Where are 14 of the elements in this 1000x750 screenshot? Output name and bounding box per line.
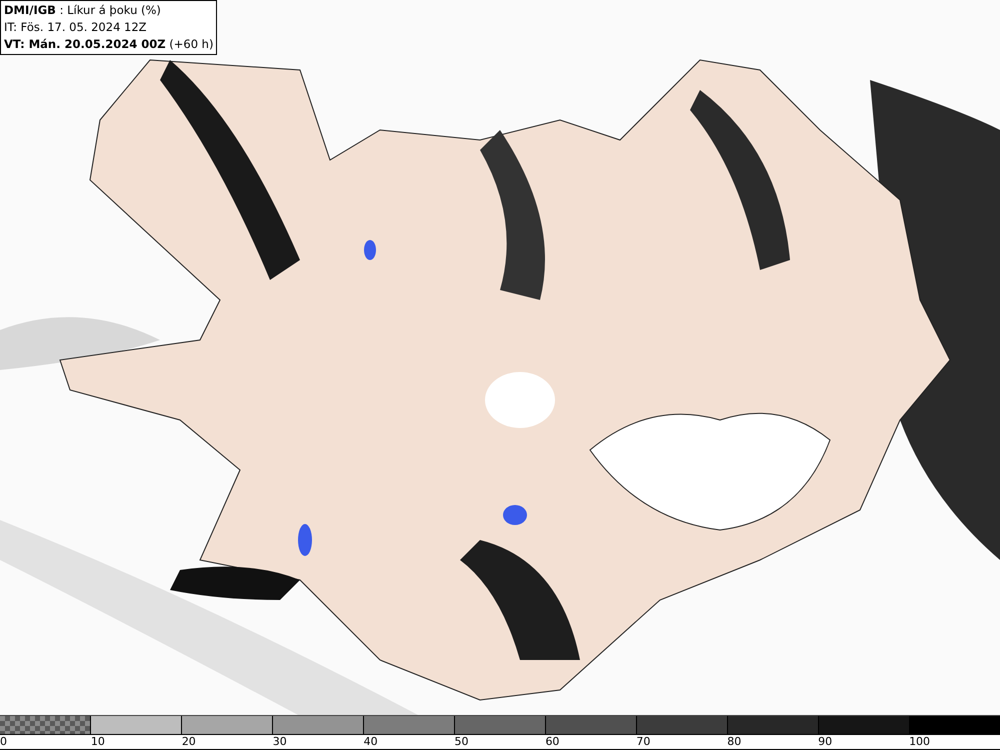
scale-label: 40 xyxy=(364,735,379,749)
scale-label: 90 xyxy=(818,735,834,749)
scale-label: 20 xyxy=(182,735,197,749)
scale-label: 100 xyxy=(909,735,932,749)
scale-label: 70 xyxy=(636,735,652,749)
scale-label: 10 xyxy=(90,735,106,749)
scale-label: 30 xyxy=(272,735,288,749)
scale-label: 80 xyxy=(727,735,742,749)
scale-label: 60 xyxy=(545,735,560,749)
info-line: IT: Fös. 17. 05. 2024 12Z xyxy=(4,19,148,36)
scale-label: 0 xyxy=(0,735,8,749)
info-line: VT: Mán. 20.05.2024 00Z (+60 h) xyxy=(4,36,214,53)
scale-label: 50 xyxy=(454,735,470,749)
info-line: DMI/IGB : Líkur á þoku (%) xyxy=(4,2,162,19)
